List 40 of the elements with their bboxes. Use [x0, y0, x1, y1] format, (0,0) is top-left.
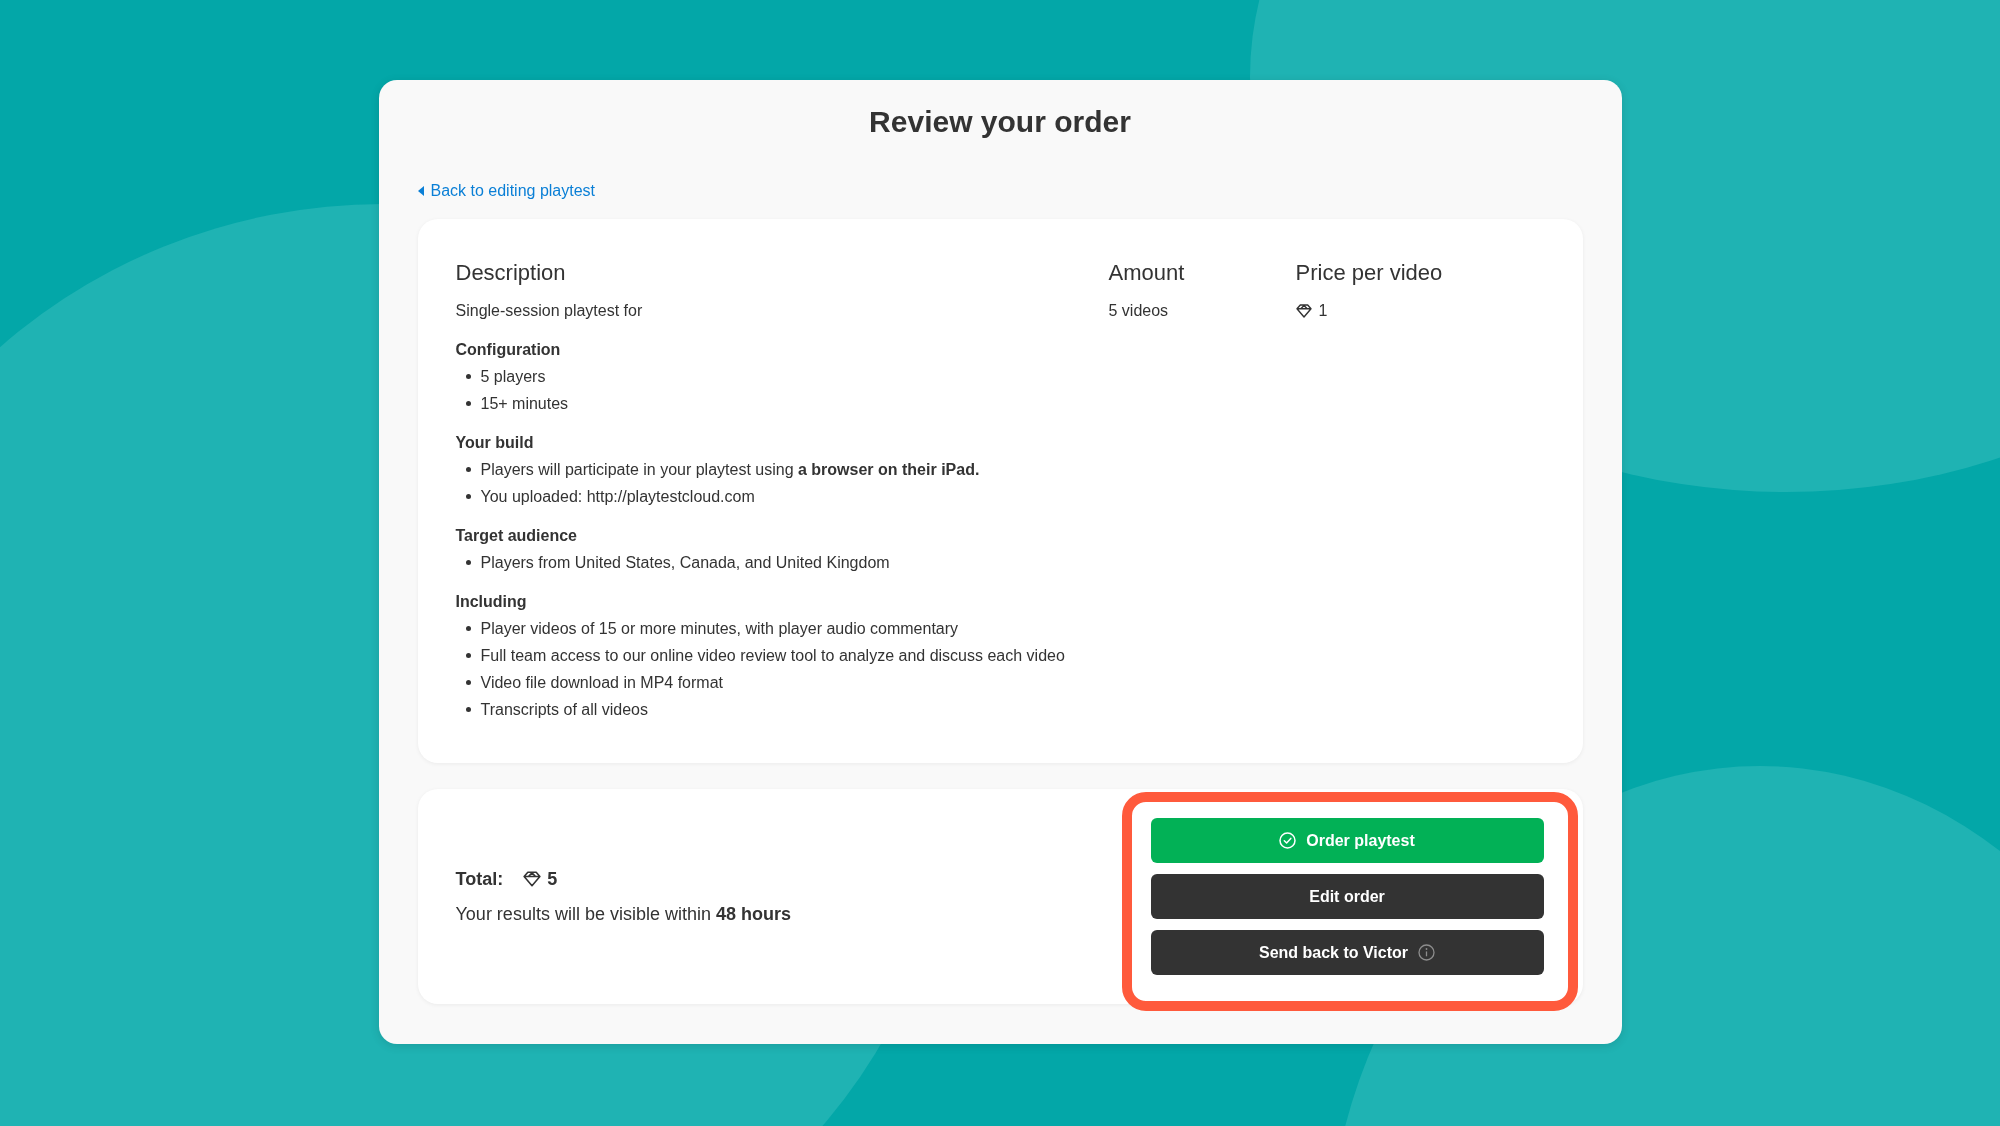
action-button[interactable]: Send back to Victor	[1150, 930, 1544, 975]
list-item-text: Players will participate in your playtest using a browser on their iPad.	[480, 460, 980, 480]
section-heading: Including	[455, 592, 527, 612]
list-item-text: 5 players	[480, 367, 546, 387]
info-icon	[1418, 944, 1436, 961]
delivery-note: Your results will be visible within 48 hours	[455, 903, 791, 926]
section-heading: Configuration	[455, 340, 561, 360]
bullet-icon	[465, 707, 471, 712]
list-item-text: Full team access to our online video review tool to analyze and discuss each video	[480, 646, 1065, 666]
column-header: Description	[455, 259, 567, 287]
check-circle-icon	[1279, 832, 1297, 849]
list-item-text: Transcripts of all videos	[480, 700, 648, 720]
list-item-text: You uploaded: http://playtestcloud.com	[480, 487, 755, 507]
column-header: Price per video	[1295, 259, 1444, 287]
page-title: Review your order	[868, 104, 1132, 140]
amount-text: 5 videos	[1108, 302, 1169, 319]
bullet-icon	[465, 680, 471, 685]
diamond-icon	[1295, 304, 1312, 318]
description-text: Single-session playtest for	[455, 302, 643, 319]
total-label: Total:	[455, 868, 504, 891]
bullet-icon	[465, 626, 471, 631]
list-item-text: Player videos of 15 or more minutes, with player audio commentary	[480, 619, 959, 639]
bullet-icon	[465, 494, 471, 499]
section-heading: Your build	[455, 433, 534, 453]
bullet-icon	[465, 653, 471, 658]
list-item-text: Video file download in MP4 format	[480, 673, 723, 693]
column-header: Amount	[1108, 259, 1186, 287]
total-value: 5	[547, 868, 558, 891]
caret-icon	[417, 186, 424, 196]
back-link[interactable]: Back to editing playtest	[417, 179, 596, 203]
diamond-icon	[523, 871, 542, 887]
section-heading: Target audience	[455, 526, 577, 546]
bullet-icon	[465, 401, 471, 406]
list-item-text: Players from United States, Canada, and United Kingdom	[480, 553, 890, 573]
bullet-icon	[465, 467, 471, 472]
list-item-text: 15+ minutes	[480, 394, 569, 414]
action-button[interactable]: Edit order	[1150, 874, 1544, 919]
price-text: 1	[1318, 301, 1328, 321]
bullet-icon	[465, 374, 471, 379]
bullet-icon	[465, 560, 471, 565]
